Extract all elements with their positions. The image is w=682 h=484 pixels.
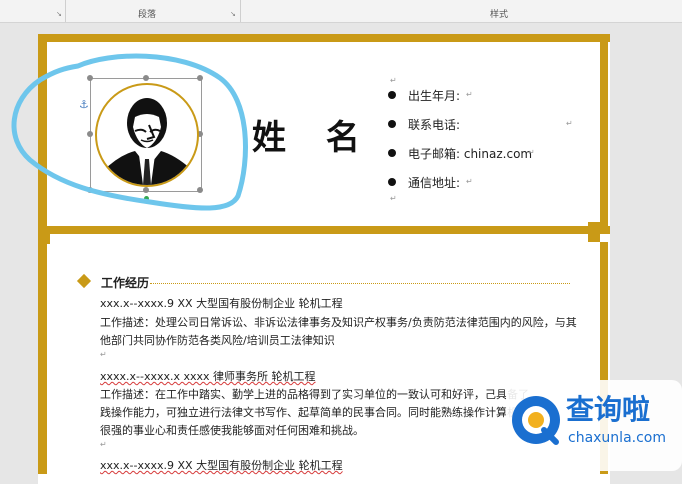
paragraph-mark-icon: ↵: [528, 148, 535, 157]
info-address: 通信地址: ↵: [388, 173, 588, 193]
job-1-description: 工作描述：处理公司日常诉讼、非诉讼法律事务及知识产权事务/负责防范法律范围内的风…: [100, 316, 577, 329]
paragraph-mark-icon: ↵: [466, 90, 473, 99]
paragraph-mark-icon: ↵: [100, 440, 107, 449]
job-1-header: xxx.x--xxxx.9 XX 大型国有股份制企业 轮机工程: [100, 297, 343, 310]
info-birth-date: 出生年月: ↵: [388, 86, 588, 106]
section-divider: [150, 283, 570, 284]
job-1-description: 他部门共同协作防范各类风险/培训员工法律知识: [100, 334, 335, 347]
resume-name: 姓 名: [252, 118, 374, 158]
chaxunla-watermark: 查询啦 chaxunla.com: [506, 380, 682, 471]
bullet-icon: [388, 120, 396, 128]
paragraph-mark-icon: ↵: [566, 119, 573, 128]
bullet-icon: [388, 149, 396, 157]
bullet-icon: [388, 91, 396, 99]
info-email: 电子邮箱: chinaz.com ↵: [388, 144, 588, 164]
section-title: 工作经历: [101, 276, 150, 290]
watermark-brand: 查询啦: [566, 393, 651, 426]
paragraph-mark-icon: ↵: [390, 76, 397, 85]
job-2-description: 工作描述：在工作中踏实、勤学上进的品格得到了实习单位的一致认可和好评，己具备了: [100, 388, 529, 401]
watermark-url: chaxunla.com: [568, 430, 666, 446]
paragraph-mark-icon: ↵: [466, 177, 473, 186]
job-2-header: xxxx.x--xxxx.x xxxx 律师事务所 轮机工程: [100, 370, 316, 383]
paragraph-mark-icon: ↵: [390, 194, 397, 203]
info-phone: 联系电话: ↵: [388, 115, 588, 135]
bullet-icon: [388, 178, 396, 186]
job-2-description: 践操作能力，可独立进行法律文书写作、起草简单的民事合同。同时能熟练操作计算机办: [100, 406, 529, 419]
paragraph-mark-icon: ↵: [100, 350, 107, 359]
job-2-description: 很强的事业心和责任感使我能够面对任何困难和挑战。: [100, 424, 364, 437]
